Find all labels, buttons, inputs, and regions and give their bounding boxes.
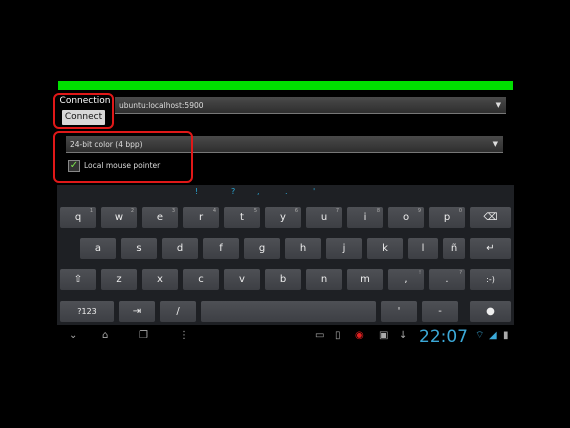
host-value: ubuntu:localhost:5900 <box>119 101 204 110</box>
shift-key[interactable]: ⇧ <box>60 269 96 290</box>
tab-icon: ⇥ <box>132 306 142 317</box>
nav-home-icon[interactable]: ⌂ <box>102 329 108 343</box>
suggestion[interactable]: ? <box>231 187 235 196</box>
key-l[interactable]: l <box>408 238 438 259</box>
wifi-icon: ⌔ <box>475 330 485 341</box>
key-n-tilde[interactable]: ñ <box>443 238 465 259</box>
key-dash[interactable]: - <box>422 301 458 322</box>
progress-bar <box>58 81 513 90</box>
menu-icon[interactable]: ⋮ <box>179 329 189 343</box>
key-z[interactable]: z <box>101 269 137 290</box>
tab-key[interactable]: ⇥ <box>119 301 155 322</box>
mic-key[interactable]: ● <box>470 301 511 322</box>
on-screen-keyboard: ! ? , . ' q1 w2 e3 r4 t5 y6 u7 i8 o9 p0 … <box>57 185 514 325</box>
key-d[interactable]: d <box>162 238 198 259</box>
key-c[interactable]: c <box>183 269 219 290</box>
nav-back-icon[interactable]: ⌄ <box>69 329 77 343</box>
key-slash[interactable]: / <box>160 301 196 322</box>
symbols-key[interactable]: ?123 <box>60 301 114 322</box>
key-a[interactable]: a <box>80 238 116 259</box>
suggestion[interactable]: ! <box>195 187 198 196</box>
key-w[interactable]: w2 <box>101 207 137 228</box>
highlight-box-settings <box>53 131 193 183</box>
clock: 22:07 <box>419 327 468 347</box>
key-u[interactable]: u7 <box>306 207 342 228</box>
download-icon: ↓ <box>399 330 408 341</box>
dropdown-arrow-icon: ▼ <box>495 101 501 109</box>
key-m[interactable]: m <box>347 269 383 290</box>
key-k[interactable]: k <box>367 238 403 259</box>
screen-icon: ▯ <box>335 330 341 341</box>
key-q[interactable]: q1 <box>60 207 96 228</box>
keyboard-icon: ▭ <box>315 330 325 341</box>
key-v[interactable]: v <box>224 269 260 290</box>
battery-icon: ▮ <box>503 330 509 341</box>
host-dropdown[interactable]: ubuntu:localhost:5900 ▼ <box>115 97 506 114</box>
image-icon: ▣ <box>379 330 389 341</box>
shift-icon: ⇧ <box>73 274 83 285</box>
key-period[interactable]: .? <box>429 269 465 290</box>
key-apostrophe[interactable]: ' <box>381 301 417 322</box>
smiley-key[interactable]: :-) <box>470 269 511 290</box>
key-y[interactable]: y6 <box>265 207 301 228</box>
enter-key[interactable]: ↵ <box>470 238 511 259</box>
key-comma[interactable]: ,! <box>388 269 424 290</box>
key-x[interactable]: x <box>142 269 178 290</box>
key-g[interactable]: g <box>244 238 280 259</box>
suggestion-strip: ! ? , . ' <box>57 185 514 202</box>
enter-icon: ↵ <box>486 243 495 254</box>
suggestion[interactable]: ' <box>313 187 315 196</box>
key-s[interactable]: s <box>121 238 157 259</box>
key-j[interactable]: j <box>326 238 362 259</box>
mic-icon: ● <box>486 306 495 317</box>
signal-icon: ◢ <box>489 330 497 341</box>
highlight-box-connection <box>53 93 114 129</box>
nav-recents-icon[interactable]: ❐ <box>139 329 148 343</box>
key-o[interactable]: o9 <box>388 207 424 228</box>
key-r[interactable]: r4 <box>183 207 219 228</box>
key-h[interactable]: h <box>285 238 321 259</box>
suggestion[interactable]: . <box>285 187 288 196</box>
space-key[interactable] <box>201 301 376 322</box>
key-n[interactable]: n <box>306 269 342 290</box>
key-f[interactable]: f <box>203 238 239 259</box>
key-t[interactable]: t5 <box>224 207 260 228</box>
dropdown-arrow-icon: ▼ <box>492 140 498 148</box>
key-e[interactable]: e3 <box>142 207 178 228</box>
backspace-key[interactable]: ⌫ <box>470 207 511 228</box>
record-icon: ◉ <box>355 330 364 341</box>
key-b[interactable]: b <box>265 269 301 290</box>
key-i[interactable]: i8 <box>347 207 383 228</box>
suggestion[interactable]: , <box>257 187 260 196</box>
backspace-icon: ⌫ <box>483 212 498 223</box>
key-p[interactable]: p0 <box>429 207 465 228</box>
system-nav-bar: ⌄ ⌂ ❐ ⋮ ▭ ▯ ◉ ▣ ↓ 22:07 ⌔ ◢ ▮ <box>57 326 514 348</box>
